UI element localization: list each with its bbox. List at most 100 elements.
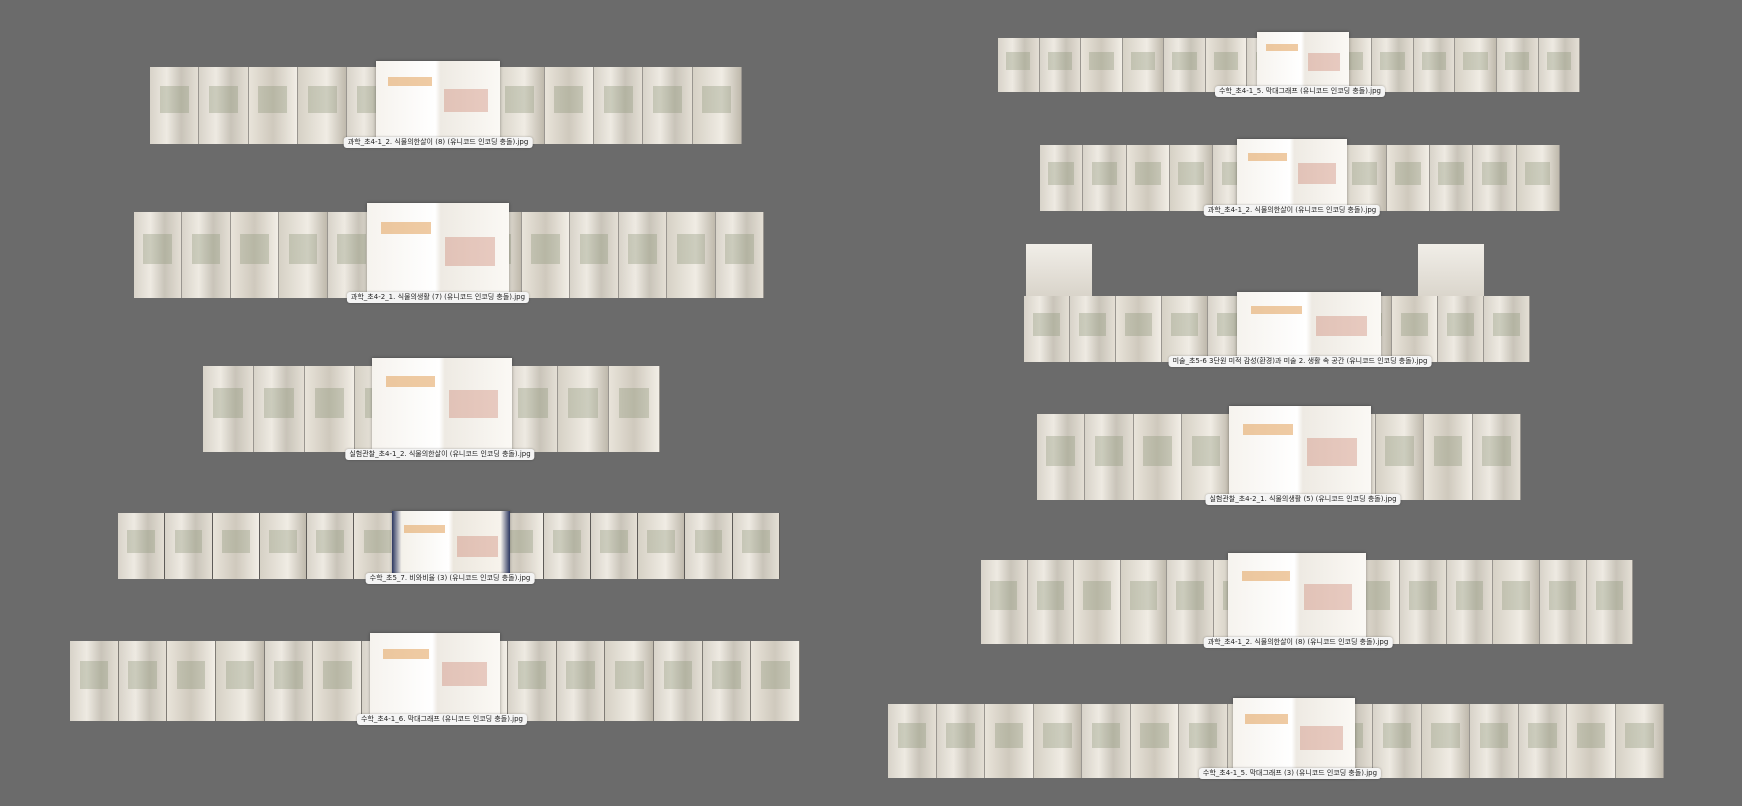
file-thumbnail[interactable] [1162,296,1207,362]
file-thumbnail[interactable] [1039,38,1081,92]
file-thumbnail[interactable] [495,67,544,144]
file-thumbnail[interactable] [508,641,556,721]
file-thumbnail[interactable] [521,212,570,298]
file-thumbnail[interactable] [1438,296,1483,362]
file-preview-8a[interactable] [1026,244,1092,296]
file-preview-8[interactable] [1237,292,1381,360]
file-thumbnail[interactable] [732,513,779,579]
file-thumbnail[interactable] [751,641,800,721]
file-preview-10[interactable] [1228,553,1366,641]
file-label-3[interactable]: 실험관찰_초4-1_2. 식물의한살이 (유니코드 인코딩 충돌).jpg [345,449,535,460]
file-thumbnail[interactable] [1484,296,1529,362]
file-thumbnail[interactable] [1400,560,1446,644]
file-thumbnail[interactable] [1083,145,1126,211]
file-thumbnail[interactable] [230,212,279,298]
file-label-7[interactable]: 과학_초4-1_2. 식물의한살이 (유니코드 인코딩 충돌).jpg [1203,205,1381,216]
file-thumbnail[interactable] [609,366,660,452]
file-thumbnail[interactable] [1343,145,1386,211]
file-thumbnail[interactable] [1421,704,1469,778]
file-thumbnail[interactable] [199,67,248,144]
file-thumbnail[interactable] [1496,38,1538,92]
file-thumbnail[interactable] [1081,38,1122,92]
file-thumbnail[interactable] [1167,560,1213,644]
file-preview-11[interactable] [1233,698,1355,778]
file-thumbnail[interactable] [248,67,297,144]
file-thumbnail[interactable] [1133,414,1182,500]
file-thumbnail[interactable] [702,641,751,721]
file-thumbnail[interactable] [1126,145,1169,211]
file-thumbnail[interactable] [1033,704,1081,778]
file-thumbnail[interactable] [1473,145,1516,211]
file-thumbnail[interactable] [1538,38,1580,92]
file-thumbnail[interactable] [165,513,212,579]
file-thumbnail[interactable] [1567,704,1615,778]
file-thumbnail[interactable] [1413,38,1455,92]
file-preview-6[interactable] [1257,32,1349,92]
file-label-11[interactable]: 수학_초4-1_5. 막대그래프 (3) (유니코드 인코딩 충돌).jpg [1198,768,1382,779]
file-thumbnail[interactable] [259,513,307,579]
file-thumbnail[interactable] [570,212,618,298]
file-thumbnail[interactable] [264,641,313,721]
file-thumbnail[interactable] [70,641,118,721]
file-thumbnail[interactable] [1037,414,1085,500]
file-thumbnail[interactable] [715,212,764,298]
file-label-1[interactable]: 과학_초4-1_2. 식물의한살이 (8) (유니코드 인코딩 충돌).jpg [343,137,533,148]
file-thumbnail[interactable] [1472,414,1521,500]
file-thumbnail[interactable] [1518,704,1566,778]
file-thumbnail[interactable] [1116,296,1161,362]
file-preview-9[interactable] [1229,406,1371,498]
file-thumbnail[interactable] [216,641,264,721]
file-thumbnail[interactable] [1169,145,1213,211]
file-label-2[interactable]: 과학_초4-2_1. 식물의생활 (7) (유니코드 인코딩 충돌).jpg [346,292,530,303]
file-thumbnail[interactable] [1516,145,1559,211]
file-thumbnail[interactable] [212,513,259,579]
file-thumbnail[interactable] [981,560,1027,644]
file-thumbnail[interactable] [118,641,167,721]
file-thumbnail[interactable] [1082,704,1130,778]
file-thumbnail[interactable] [203,366,253,452]
file-thumbnail[interactable] [558,366,609,452]
file-thumbnail[interactable] [1455,38,1496,92]
file-thumbnail[interactable] [1205,38,1247,92]
file-thumbnail[interactable] [304,366,355,452]
file-preview-5[interactable] [370,633,500,715]
file-label-4[interactable]: 수학_초5_7. 비와비율 (3) (유니코드 인코딩 충돌).jpg [365,573,535,584]
file-thumbnail[interactable] [888,704,936,778]
file-thumbnail[interactable] [1027,560,1074,644]
file-thumbnail[interactable] [544,67,593,144]
file-thumbnail[interactable] [998,38,1039,92]
file-thumbnail[interactable] [1164,38,1205,92]
file-thumbnail[interactable] [1040,145,1083,211]
file-thumbnail[interactable] [1179,704,1227,778]
file-thumbnail[interactable] [507,366,558,452]
file-thumbnail[interactable] [1070,296,1115,362]
file-thumbnail[interactable] [307,513,354,579]
file-thumbnail[interactable] [590,513,638,579]
file-thumbnail[interactable] [297,67,347,144]
file-thumbnail[interactable] [936,704,984,778]
file-thumbnail[interactable] [1429,145,1473,211]
file-preview-1[interactable] [376,61,500,140]
file-thumbnail[interactable] [1373,704,1421,778]
file-label-5[interactable]: 수학_초4-1_6. 막대그래프 (유니코드 인코딩 충돌).jpg [356,714,528,725]
file-thumbnail[interactable] [134,212,182,298]
file-preview-3[interactable] [372,358,512,450]
file-thumbnail[interactable] [1586,560,1633,644]
file-thumbnail[interactable] [605,641,654,721]
file-thumbnail[interactable] [1539,560,1586,644]
file-label-8[interactable]: 미술_초5-6 3단원 미적 감성(환경)과 미술 2. 생활 속 공간 (유니… [1168,356,1432,367]
file-preview-7[interactable] [1237,139,1347,208]
file-preview-4[interactable] [392,511,510,581]
file-thumbnail[interactable] [1446,560,1493,644]
file-thumbnail[interactable] [638,513,685,579]
file-thumbnail[interactable] [556,641,605,721]
file-label-9[interactable]: 실험관찰_초4-2_1. 식물의생활 (5) (유니코드 인코딩 충돌).jpg [1205,494,1401,505]
file-thumbnail[interactable] [1392,296,1437,362]
file-thumbnail[interactable] [985,704,1033,778]
file-preview-2[interactable] [367,203,509,300]
file-thumbnail[interactable] [667,212,715,298]
file-thumbnail[interactable] [279,212,327,298]
file-thumbnail[interactable] [150,67,199,144]
file-thumbnail[interactable] [1470,704,1518,778]
file-label-10[interactable]: 과학_초4-1_2. 식물의한살이 (8) (유니코드 인코딩 충돌).jpg [1203,637,1393,648]
